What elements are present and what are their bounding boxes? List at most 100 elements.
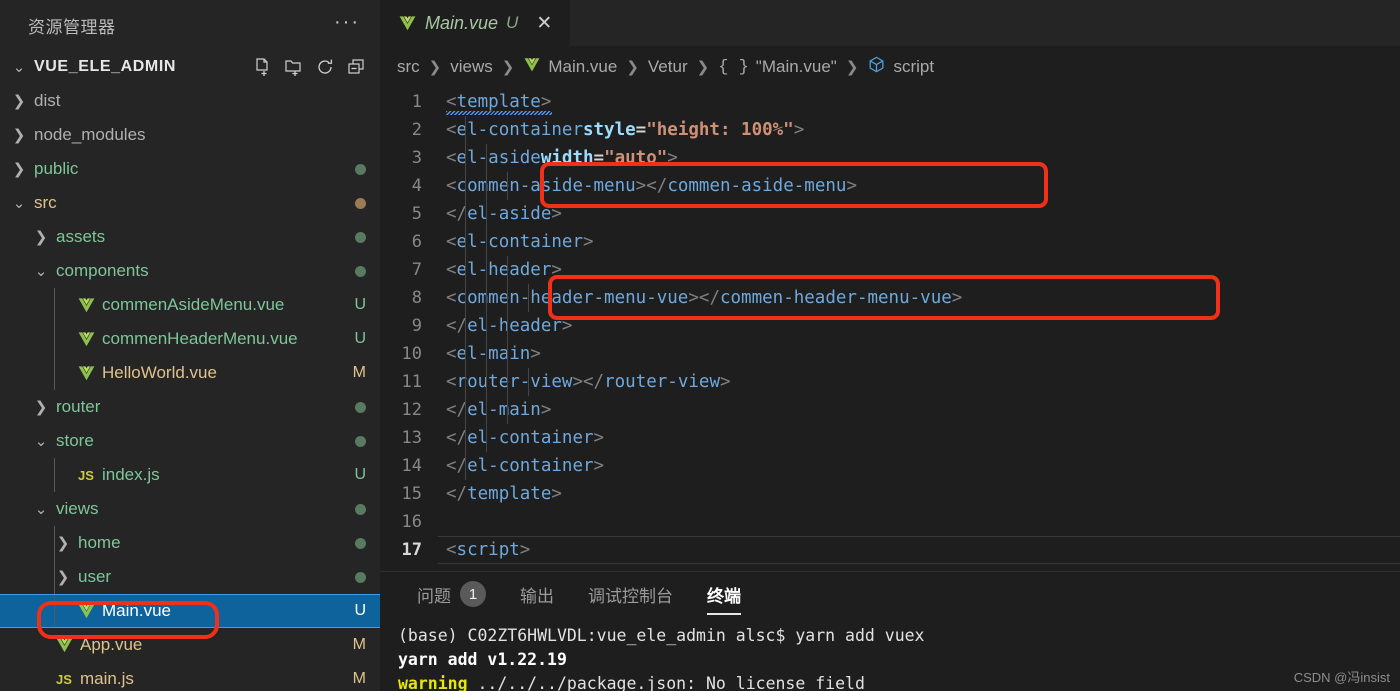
panel-tab-0[interactable]: 问题 1 [400,572,503,616]
code-line[interactable]: 2 < el-container style = "height: 100%" > [380,116,1400,144]
indent-guide [465,172,467,200]
tree-item-views[interactable]: ⌄ views [0,492,380,526]
code-punct: < [446,120,457,140]
code-line[interactable]: 4 < commen-aside-menu > < / commen-aside-menu… [380,172,1400,200]
indent-guide [486,368,488,396]
line-number: 10 [401,344,422,364]
code-line[interactable]: 5 < / el-aside > [380,200,1400,228]
indent-guide [486,144,488,172]
chevron-right-icon[interactable]: ❯ [8,128,30,143]
code-punct: > [551,260,562,280]
panel-tab-1[interactable]: 输出 [503,572,571,616]
more-actions-icon[interactable]: ··· [332,12,362,37]
chevron-down-icon[interactable]: ⌄ [8,60,30,75]
indent-guide [54,526,55,560]
code-line[interactable]: 7 < el-header > [380,256,1400,284]
tree-item-dist[interactable]: ❯ dist [0,84,380,118]
tree-item-user[interactable]: ❯ user [0,560,380,594]
new-file-icon[interactable] [253,57,273,77]
line-number: 4 [411,176,422,196]
tree-item-components[interactable]: ⌄ components [0,254,380,288]
tree-item-src[interactable]: ⌄ src [0,186,380,220]
git-status-badge: M [352,364,366,381]
refresh-icon[interactable] [315,57,335,77]
code-line[interactable]: 1 < template > [380,88,1400,116]
code-editor[interactable]: 1 < template >2 < el-container style = "height… [380,88,1400,571]
chevron-down-icon[interactable]: ⌄ [30,434,52,449]
indent-guide [54,458,55,492]
code-line[interactable]: 12 < / el-main > [380,396,1400,424]
chevron-down-icon[interactable]: ⌄ [8,196,30,211]
collapse-all-icon[interactable] [346,57,366,77]
tree-item-helloworld-vue[interactable]: HelloWorld.vue M [0,356,380,390]
code-punct: < [698,288,710,308]
code-line[interactable]: 16 [380,508,1400,536]
code-punct: > [635,176,647,196]
code-text: < router-view > < / router-view > [438,368,1400,396]
chevron-right-icon[interactable]: ❯ [8,162,30,177]
breadcrumb-item-src[interactable]: src [397,57,420,77]
tree-item-store[interactable]: ⌄ store [0,424,380,458]
code-line[interactable]: 17 < script > [380,536,1400,564]
code-text: < el-header > [438,256,1400,284]
breadcrumb-item-main-vue[interactable]: Main.vue [523,56,617,79]
chevron-down-icon[interactable]: ⌄ [30,264,52,279]
breadcrumb-item-vetur[interactable]: Vetur [648,57,688,77]
code-punct: > [667,148,678,168]
breadcrumb-item-views[interactable]: views [450,57,493,77]
indent-guide [507,172,509,200]
code-punct: / [656,176,668,196]
git-status-dot [355,231,366,243]
code-line[interactable]: 15 < / template > [380,480,1400,508]
breadcrumb-item-script[interactable]: script [867,55,934,79]
chevron-right-icon[interactable]: ❯ [52,536,74,551]
tree-item-app-vue[interactable]: App.vue M [0,628,380,662]
git-status-dot [355,265,366,277]
tree-item-home[interactable]: ❯ home [0,526,380,560]
editor-tab-main-vue[interactable]: Main.vue U ✕ [380,0,570,46]
git-status-badge: M [352,670,366,687]
tree-item-assets[interactable]: ❯ assets [0,220,380,254]
project-root-row[interactable]: ⌄ VUE_ELE_ADMIN [0,50,380,84]
panel-tab-2[interactable]: 调试控制台 [571,572,690,616]
panel-tab-3[interactable]: 终端 [690,572,758,616]
new-folder-icon[interactable] [284,57,304,77]
chevron-right-icon[interactable]: ❯ [30,400,52,415]
indent-guide [528,284,530,312]
tree-item-main-js[interactable]: JS main.js M [0,662,380,691]
code-punct: < [646,176,657,196]
code-line[interactable]: 13 < / el-container > [380,424,1400,452]
indent-guide [54,288,55,322]
line-number: 16 [401,512,422,532]
tree-item-router[interactable]: ❯ router [0,390,380,424]
chevron-down-icon[interactable]: ⌄ [30,502,52,517]
tree-item-index-js[interactable]: JS index.js U [0,458,380,492]
indent-guide [465,200,467,228]
code-line[interactable]: 10 < el-main > [380,340,1400,368]
tree-item-commenasidemenu-vue[interactable]: commenAsideMenu.vue U [0,288,380,322]
chevron-right-icon[interactable]: ❯ [30,230,52,245]
tree-item-public[interactable]: ❯ public [0,152,380,186]
tree-item-node-modules[interactable]: ❯ node_modules [0,118,380,152]
tree-item-commenheadermenu-vue[interactable]: commenHeaderMenu.vue U [0,322,380,356]
git-status-badge: U [354,602,366,619]
code-line[interactable]: 3 < el-aside width = "auto" > [380,144,1400,172]
indent-guide [465,228,467,256]
code-token: el-header [456,260,552,280]
code-token: el-header [467,316,562,336]
code-line[interactable]: 6 < el-container > [380,228,1400,256]
close-icon[interactable]: ✕ [536,14,552,33]
breadcrumb-item--main-vue-[interactable]: { } "Main.vue" [718,57,837,77]
code-token: commen-header-menu-vue [719,288,952,308]
breadcrumb-separator: ❯ [845,59,859,76]
code-line[interactable]: 8 < commen-header-menu-vue > < / commen-heade… [380,284,1400,312]
code-line[interactable]: 11 < router-view > < / router-view > [380,368,1400,396]
chevron-right-icon[interactable]: ❯ [8,94,30,109]
tree-item-main-vue[interactable]: Main.vue U [0,594,380,628]
chevron-right-icon[interactable]: ❯ [52,570,74,585]
explorer-sidebar: 资源管理器 ··· ⌄ VUE_ELE_ADMIN ❯ dist ❯ node_… [0,0,380,691]
breadcrumb-label: Vetur [647,57,688,76]
code-line[interactable]: 14 < / el-container > [380,452,1400,480]
terminal-output[interactable]: (base) C02ZT6HWLVDL:vue_ele_admin alsc$ … [380,616,1400,691]
code-line[interactable]: 9 < / el-header > [380,312,1400,340]
